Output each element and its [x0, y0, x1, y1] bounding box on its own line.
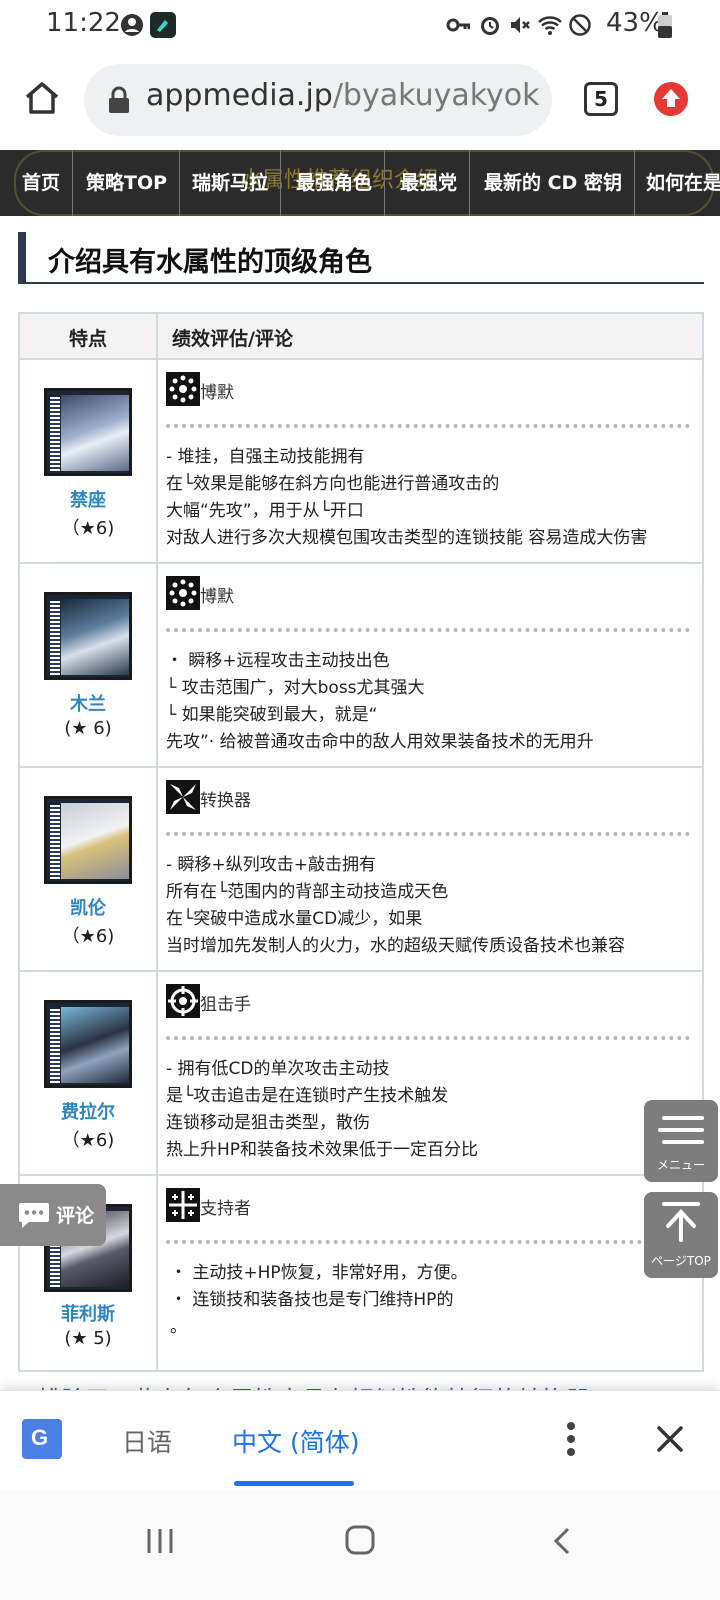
chat-bubble-icon: [19, 1203, 49, 1228]
url-path: /byakuyakyokko/: [332, 78, 542, 113]
character-rarity: (★ 6): [64, 718, 112, 739]
back-icon[interactable]: [552, 1526, 572, 1556]
lock-icon: [109, 86, 129, 113]
comment-label: 评论: [56, 1205, 95, 1227]
character-name[interactable]: 费拉尔: [20, 1098, 156, 1124]
wifi-icon: [538, 16, 562, 35]
dotted-divider: [166, 1240, 690, 1244]
alarm-icon: [481, 17, 499, 35]
close-icon[interactable]: [656, 1425, 684, 1453]
nav-item-strategy-top[interactable]: 策略TOP: [74, 150, 181, 216]
character-rarity: （★6): [61, 1130, 115, 1151]
character-rarity: （★6): [61, 518, 115, 539]
url-host: appmedia.jp: [146, 78, 333, 113]
character-rarity: （★6): [61, 926, 115, 947]
converter-role-icon: [166, 780, 200, 814]
translate-bar: G 日语 中文 (简体): [0, 1390, 720, 1490]
supporter-role-icon: [166, 1188, 200, 1222]
arrow-up-icon: [662, 89, 680, 107]
mute-icon: [511, 17, 530, 33]
home-icon[interactable]: [24, 80, 60, 116]
header-evaluation: 绩效评估/评论: [172, 328, 293, 350]
character-portrait[interactable]: [44, 388, 132, 476]
vpn-key-icon: [446, 18, 470, 32]
nav-item-cd-keys[interactable]: 最新的 CD 密钥: [472, 150, 635, 216]
role-label: 博默: [200, 587, 234, 607]
role-label: 博默: [200, 383, 234, 403]
table-header: 特点 绩效评估/评论: [20, 314, 702, 360]
home-nav-icon[interactable]: [344, 1524, 376, 1556]
battery-level: 43%: [606, 8, 664, 38]
role-label: 支持者: [200, 1199, 251, 1219]
system-navigation-bar: [0, 1490, 720, 1600]
dotted-divider: [166, 628, 690, 632]
account-icon: [121, 14, 143, 36]
hamburger-icon: [658, 1116, 704, 1144]
character-description: ・ 主动技+HP恢复，非常好用，方便。 ・ 连锁技和装备技也是专门维持HP的 。: [170, 1263, 468, 1337]
character-description: - 堆挂，自强主动技能拥有 在└效果是能够在斜方向也能进行普通攻击的 大幅“先攻…: [166, 447, 648, 548]
dotted-divider: [166, 1036, 690, 1040]
character-name[interactable]: 菲利斯: [20, 1300, 156, 1326]
nav-item-home[interactable]: 首页: [10, 150, 74, 216]
role-label: 转换器: [200, 791, 251, 811]
page-top-label: ページTOP: [651, 1254, 711, 1268]
table-row: 费拉尔 （★6) 狙击手 - 拥有低CD的单次攻击主动技 是└攻击追击是在连锁时…: [20, 972, 702, 1176]
table-row: 菲利斯 (★ 5) 支持者 ・ 主动技+HP恢复，非常好用，方便。 ・ 连锁技和…: [20, 1176, 702, 1370]
nav-item-tier-list[interactable]: 最强角色: [284, 150, 386, 216]
character-portrait[interactable]: [44, 1000, 132, 1088]
app-notification-icon: [150, 12, 176, 38]
header-traits: 特点: [68, 328, 107, 350]
battery-icon: [658, 12, 672, 38]
character-description: - 瞬移+纵列攻击+敲击拥有 所有在└范围内的背部主动技造成天色 在└突破中造成…: [166, 855, 625, 956]
dotted-divider: [166, 424, 690, 428]
table-row: 木兰 (★ 6) 博默 ・ 瞬移+远程攻击主动技出色 └ 攻击范围广，对大bos…: [20, 564, 702, 768]
nav-item-best-team[interactable]: 最强党: [388, 150, 471, 216]
nav-item-how-to[interactable]: 如何在是: [634, 150, 720, 216]
target-language-tab[interactable]: 中文 (简体): [232, 1423, 359, 1459]
nav-item-reroll[interactable]: 瑞斯马拉: [180, 150, 282, 216]
update-button[interactable]: [654, 82, 688, 116]
google-translate-icon[interactable]: G: [22, 1419, 62, 1459]
character-table: 特点 绩效评估/评论 禁座 （★6) 博默 - 堆挂，自强主动技能拥有 在└效果…: [18, 312, 704, 1372]
menu-button-label: メニュー: [656, 1158, 705, 1172]
character-name[interactable]: 木兰: [20, 690, 156, 716]
page-top-button[interactable]: ページTOP: [644, 1192, 718, 1278]
source-language-tab[interactable]: 日语: [122, 1423, 172, 1459]
character-description: ・ 瞬移+远程攻击主动技出色 └ 攻击范围广，对大boss尤其强大 └ 如果能突…: [166, 651, 594, 752]
bomber-role-icon: [166, 372, 200, 406]
do-not-disturb-icon: [569, 14, 591, 36]
role-label: 狙击手: [200, 995, 251, 1015]
address-bar[interactable]: appmedia.jp/byakuyakyokko/: [84, 64, 552, 136]
character-portrait[interactable]: [44, 796, 132, 884]
site-nav-bar: 水属性推荐组织介绍 首页 策略TOP 瑞斯马拉 最强角色 最强党 最新的 CD …: [0, 150, 720, 216]
active-tab-indicator: [234, 1481, 354, 1486]
arrow-top-icon: [662, 1202, 700, 1242]
table-row: 禁座 （★6) 博默 - 堆挂，自强主动技能拥有 在└效果是能够在斜方向也能进行…: [20, 360, 702, 564]
section-heading: 介绍具有水属性的顶级角色: [18, 232, 704, 284]
comment-button[interactable]: 评论: [0, 1184, 106, 1246]
tab-switcher-button[interactable]: 5: [584, 82, 618, 116]
character-portrait[interactable]: [44, 592, 132, 680]
section-title: 介绍具有水属性的顶级角色: [48, 247, 372, 278]
more-options-icon[interactable]: [566, 1421, 576, 1457]
status-bar: 11:22 43%: [0, 0, 720, 54]
table-row: 凯伦 （★6) 转换器 - 瞬移+纵列攻击+敲击拥有 所有在└范围内的背部主动技…: [20, 768, 702, 972]
menu-button[interactable]: メニュー: [644, 1100, 718, 1182]
character-description: - 拥有低CD的单次攻击主动技 是└攻击追击是在连锁时产生技术触发 连锁移动是狙…: [166, 1059, 479, 1160]
url-text: appmedia.jp/byakuyakyokko/: [146, 78, 542, 113]
bomber-role-icon: [166, 576, 200, 610]
character-name[interactable]: 凯伦: [20, 894, 156, 920]
character-rarity: (★ 5): [64, 1328, 112, 1349]
recent-apps-icon[interactable]: [146, 1526, 174, 1556]
character-name[interactable]: 禁座: [20, 486, 156, 512]
sniper-role-icon: [166, 984, 200, 1018]
dotted-divider: [166, 832, 690, 836]
status-time: 11:22: [46, 8, 121, 38]
